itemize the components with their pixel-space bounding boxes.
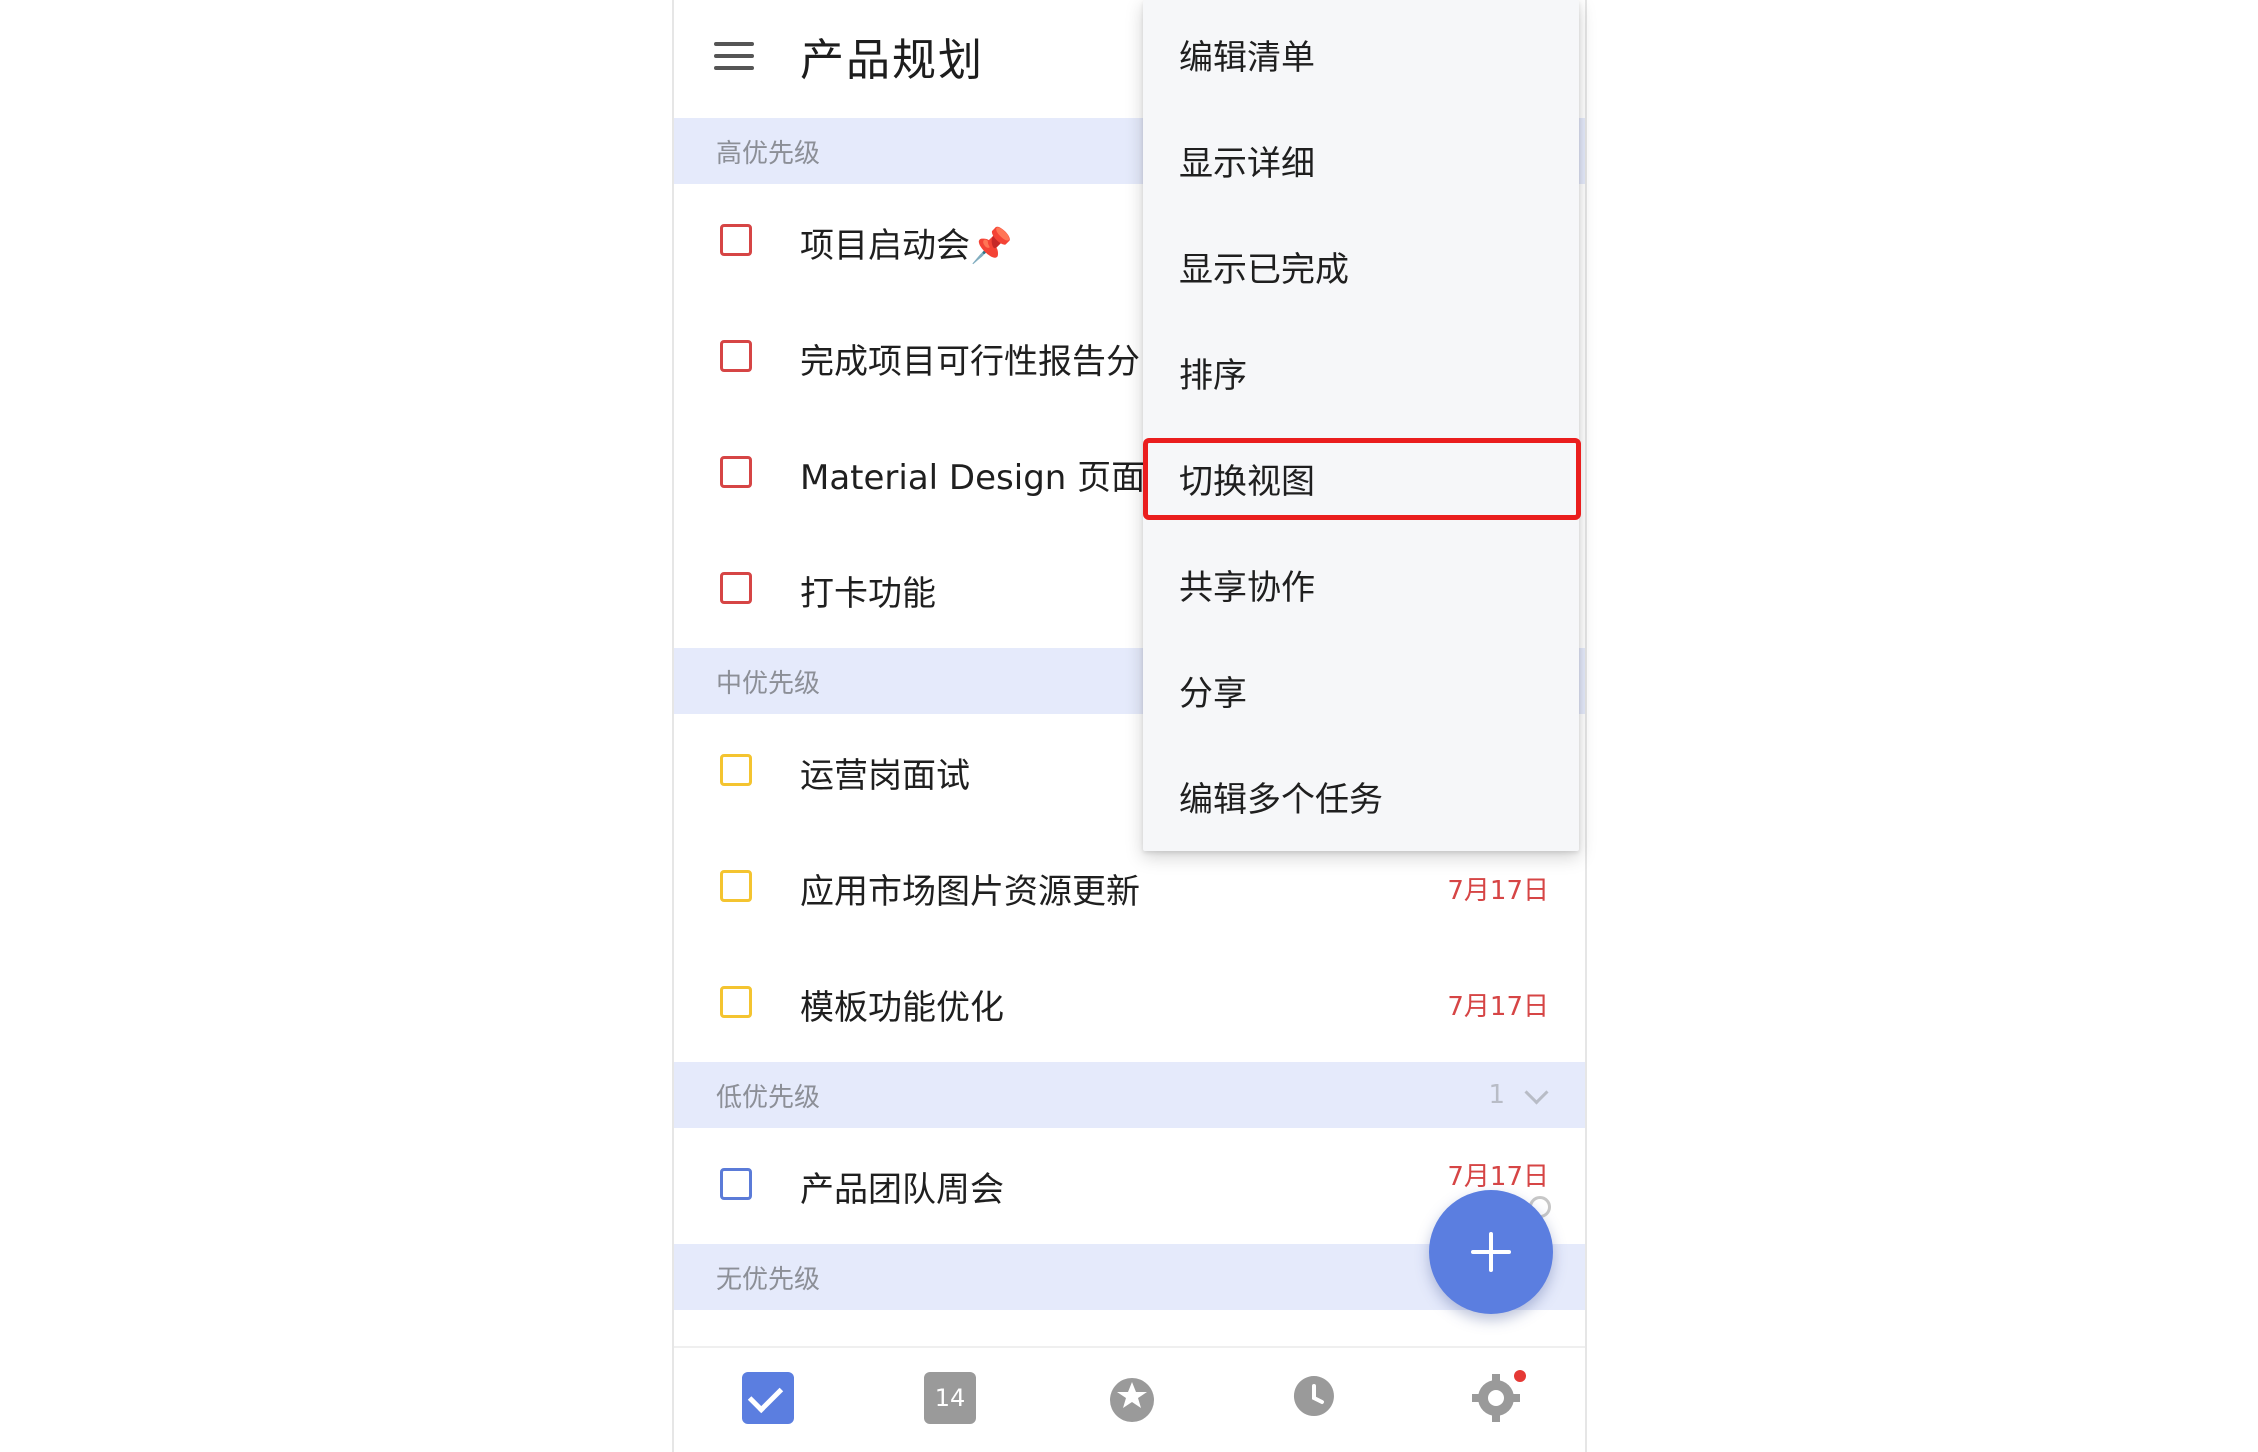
task-title: 完成项目可行性报告分 <box>800 342 1140 382</box>
menu-item-switch-view[interactable]: 切换视图 <box>1143 424 1579 530</box>
bottom-navigation: 14 <box>674 1346 1585 1452</box>
task-due-date: 7月17日 <box>1447 876 1549 906</box>
task-title: 项目启动会📌 <box>800 226 1013 266</box>
task-checkbox[interactable] <box>720 754 752 786</box>
task-title: 产品团队周会 <box>800 1170 1004 1210</box>
task-row[interactable]: 模板功能优化 7月17日 <box>674 946 1585 1062</box>
section-label: 中优先级 <box>716 668 821 699</box>
menu-item-label: 编辑清单 <box>1179 38 1315 78</box>
hamburger-menu-icon[interactable] <box>714 38 758 74</box>
task-checkbox[interactable] <box>720 1168 752 1200</box>
menu-item-label: 分享 <box>1179 674 1247 714</box>
menu-item-share[interactable]: 分享 <box>1143 636 1579 742</box>
section-label: 低优先级 <box>716 1082 821 1113</box>
task-title: 模板功能优化 <box>800 988 1004 1028</box>
menu-item-label: 共享协作 <box>1179 568 1315 608</box>
tab-pomodoro-icon[interactable] <box>1288 1372 1340 1424</box>
calendar-day-number: 14 <box>934 1384 966 1412</box>
section-header-low[interactable]: 低优先级 1 <box>674 1062 1585 1128</box>
overflow-menu: 编辑清单 显示详细 显示已完成 排序 切换视图 共享协作 分享 编辑多个任务 <box>1143 0 1579 851</box>
page-title: 产品规划 <box>800 35 984 86</box>
menu-item-label: 切换视图 <box>1179 462 1315 502</box>
task-checkbox[interactable] <box>720 456 752 488</box>
menu-item-show-details[interactable]: 显示详细 <box>1143 106 1579 212</box>
menu-item-label: 编辑多个任务 <box>1179 780 1383 820</box>
tab-settings-gear-icon[interactable] <box>1470 1372 1522 1424</box>
section-label: 无优先级 <box>716 1264 821 1295</box>
task-checkbox[interactable] <box>720 572 752 604</box>
task-title: 打卡功能 <box>800 574 936 614</box>
task-checkbox[interactable] <box>720 986 752 1018</box>
task-checkbox[interactable] <box>720 870 752 902</box>
task-title: 应用市场图片资源更新 <box>800 872 1140 912</box>
section-count: 1 <box>1488 1080 1505 1110</box>
task-checkbox[interactable] <box>720 340 752 372</box>
tab-tasks-checkbox-icon[interactable] <box>742 1372 794 1424</box>
menu-item-label: 显示已完成 <box>1179 250 1349 290</box>
menu-item-sort[interactable]: 排序 <box>1143 318 1579 424</box>
task-title: 运营岗面试 <box>800 756 970 796</box>
menu-item-label: 排序 <box>1179 356 1247 396</box>
tab-habit-icon[interactable] <box>1106 1372 1158 1424</box>
section-label: 高优先级 <box>716 138 821 169</box>
chevron-down-icon[interactable] <box>1524 1080 1549 1105</box>
menu-item-edit-list[interactable]: 编辑清单 <box>1143 0 1579 106</box>
menu-item-share-collaborate[interactable]: 共享协作 <box>1143 530 1579 636</box>
notification-dot <box>1514 1370 1526 1382</box>
task-title: Material Design 页面优 <box>800 458 1180 498</box>
add-task-button[interactable] <box>1429 1190 1553 1314</box>
task-checkbox[interactable] <box>720 224 752 256</box>
menu-item-label: 显示详细 <box>1179 144 1315 184</box>
task-due-date: 7月17日 <box>1447 1162 1549 1192</box>
menu-item-edit-multiple-tasks[interactable]: 编辑多个任务 <box>1143 742 1579 848</box>
tab-calendar-icon[interactable]: 14 <box>924 1372 976 1424</box>
menu-item-show-completed[interactable]: 显示已完成 <box>1143 212 1579 318</box>
task-due-date: 7月17日 <box>1447 992 1549 1022</box>
